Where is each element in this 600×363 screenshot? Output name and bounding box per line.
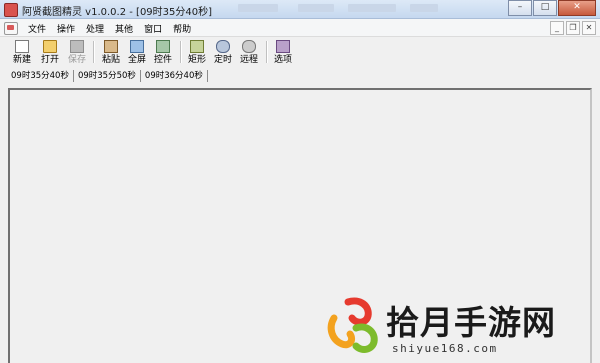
child-window-icon[interactable]: [4, 22, 18, 35]
watermark-url: shiyue168.com: [392, 342, 498, 355]
fullscreen-label: 全屏: [127, 55, 146, 65]
menu-help[interactable]: 帮助: [173, 22, 191, 35]
close-button[interactable]: ✕: [558, 0, 596, 16]
toolbar-separator: [180, 41, 182, 63]
new-label: 新建: [12, 55, 31, 65]
rectangle-button[interactable]: 矩形: [185, 39, 209, 66]
title-bar-blur: [298, 4, 334, 12]
window-controls: – □ ✕: [507, 0, 596, 16]
document-tabs: 09时35分40秒 09时35分50秒 09时36分40秒: [0, 68, 600, 83]
toolbar-separator: [93, 41, 95, 63]
tab-capture-1[interactable]: 09时35分40秒: [0, 69, 74, 82]
title-bar-blur: [410, 4, 438, 12]
remote-icon: [242, 40, 256, 53]
rectangle-label: 矩形: [187, 55, 206, 65]
watermark-name: 拾月手游网: [386, 303, 556, 342]
remote-label: 远程: [239, 55, 258, 65]
menu-file[interactable]: 文件: [28, 22, 46, 35]
mdi-minimize-button[interactable]: _: [550, 21, 564, 35]
mdi-restore-button[interactable]: ❐: [566, 21, 580, 35]
tab-capture-3[interactable]: 09时36分40秒: [141, 69, 208, 82]
paste-button[interactable]: 粘贴: [99, 39, 123, 66]
menu-window[interactable]: 窗口: [144, 22, 162, 35]
watermark: 拾月手游网 shiyue168.com: [322, 294, 592, 360]
window-title: 阿贤截图精灵 v1.0.0.2 - [09时35分40秒]: [22, 7, 213, 18]
timer-label: 定时: [213, 55, 232, 65]
menu-bar: 文件 操作 处理 其他 窗口 帮助 _ ❐ ✕: [0, 19, 600, 37]
menu-other[interactable]: 其他: [115, 22, 133, 35]
toolbar: 新建 打开 保存 粘贴 全屏 控件 矩形 定时 远程 选项: [0, 37, 600, 67]
timer-button[interactable]: 定时: [211, 39, 235, 66]
save-label: 保存: [67, 55, 86, 65]
minimize-button[interactable]: –: [508, 0, 532, 16]
open-label: 打开: [40, 55, 59, 65]
open-button[interactable]: 打开: [38, 39, 62, 66]
maximize-button[interactable]: □: [533, 0, 557, 16]
mdi-controls: _ ❐ ✕: [548, 21, 596, 35]
control-label: 控件: [153, 55, 172, 65]
toolbar-separator: [266, 41, 268, 63]
options-button[interactable]: 选项: [271, 39, 295, 66]
title-bar-blur: [348, 4, 396, 12]
rectangle-icon: [190, 40, 204, 53]
fullscreen-icon: [130, 40, 144, 53]
app-icon: [4, 3, 18, 17]
menu-process[interactable]: 处理: [86, 22, 104, 35]
fullscreen-button[interactable]: 全屏: [125, 39, 149, 66]
menu-operate[interactable]: 操作: [57, 22, 75, 35]
tab-capture-2[interactable]: 09时35分50秒: [74, 69, 141, 82]
watermark-logo-icon: [327, 297, 378, 353]
remote-button[interactable]: 远程: [237, 39, 261, 66]
save-button[interactable]: 保存: [65, 39, 89, 66]
paste-label: 粘贴: [101, 55, 120, 65]
timer-icon: [216, 40, 230, 53]
mdi-close-button[interactable]: ✕: [582, 21, 596, 35]
title-bar-blur: [238, 4, 278, 12]
open-icon: [43, 40, 57, 53]
new-icon: [15, 40, 29, 53]
control-icon: [156, 40, 170, 53]
control-button[interactable]: 控件: [151, 39, 175, 66]
options-icon: [276, 40, 290, 53]
options-label: 选项: [273, 55, 292, 65]
title-bar: 阿贤截图精灵 v1.0.0.2 - [09时35分40秒] – □ ✕: [0, 0, 600, 19]
paste-icon: [104, 40, 118, 53]
new-button[interactable]: 新建: [10, 39, 34, 66]
save-icon: [70, 40, 84, 53]
